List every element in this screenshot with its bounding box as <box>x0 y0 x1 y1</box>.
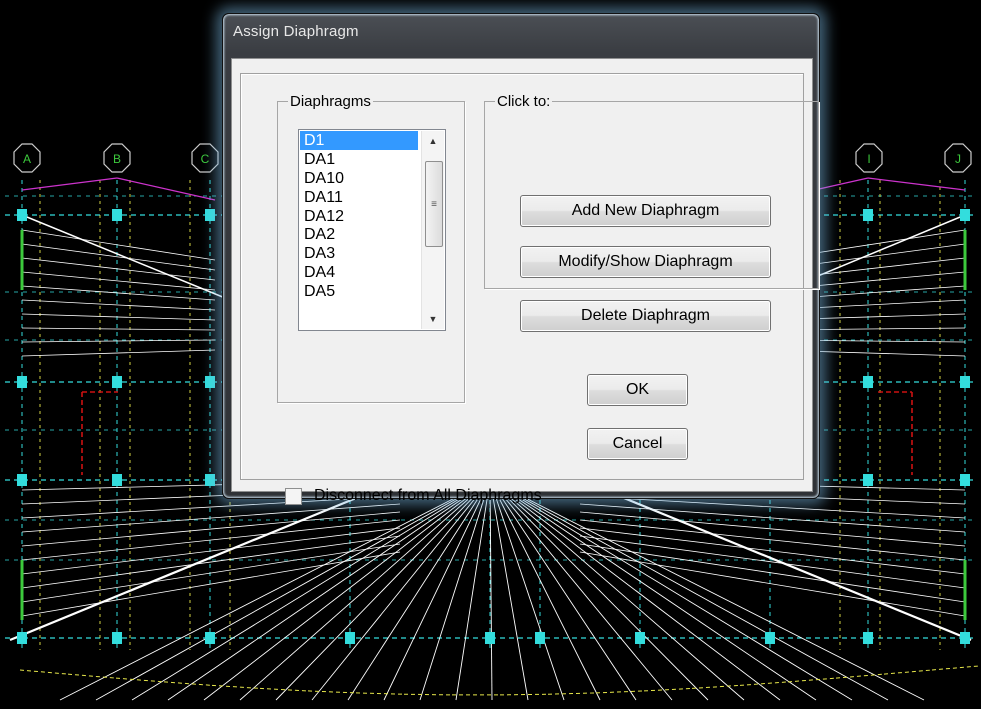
disconnect-label: Disconnect from All Diaphragms <box>314 487 542 504</box>
model-joint <box>960 376 970 388</box>
model-joint <box>635 632 645 644</box>
model-joint <box>17 632 27 644</box>
model-joint <box>112 474 122 486</box>
disconnect-checkbox[interactable] <box>285 487 302 505</box>
dialog-inner-frame: Diaphragms D1 DA1 DA10 DA11 DA12 DA2 DA3… <box>240 73 819 505</box>
model-joint <box>205 209 215 221</box>
scroll-down-arrow-icon[interactable]: ▼ <box>422 309 444 329</box>
model-joint <box>960 209 970 221</box>
model-joint <box>535 632 545 644</box>
svg-text:B: B <box>113 152 121 166</box>
click-to-group-legend: Click to: <box>497 93 551 110</box>
model-joint <box>17 376 27 388</box>
model-joint <box>17 474 27 486</box>
diaphragm-list-item[interactable]: DA2 <box>300 225 418 244</box>
model-joint <box>765 632 775 644</box>
model-joint <box>205 632 215 644</box>
model-joint <box>863 376 873 388</box>
cancel-button[interactable]: Cancel <box>587 428 688 460</box>
scroll-up-arrow-icon[interactable]: ▲ <box>422 131 444 151</box>
model-joint <box>863 209 873 221</box>
diaphragm-list-item[interactable]: D1 <box>300 131 418 150</box>
dialog-title: Assign Diaphragm <box>233 23 359 40</box>
diaphragms-list-items: D1 DA1 DA10 DA11 DA12 DA2 DA3 DA4 DA5 <box>300 131 418 301</box>
diaphragms-listbox[interactable]: D1 DA1 DA10 DA11 DA12 DA2 DA3 DA4 DA5 ▲ … <box>298 129 446 331</box>
model-joint <box>205 376 215 388</box>
svg-text:J: J <box>955 152 961 166</box>
model-joint <box>863 474 873 486</box>
dialog-client-area: Diaphragms D1 DA1 DA10 DA11 DA12 DA2 DA3… <box>231 58 819 505</box>
model-joint <box>485 632 495 644</box>
ok-button[interactable]: OK <box>587 374 688 406</box>
svg-text:C: C <box>201 152 210 166</box>
scrollbar-thumb[interactable]: ≡ <box>425 161 443 247</box>
diaphragm-list-item[interactable]: DA11 <box>300 188 418 207</box>
model-joint <box>112 376 122 388</box>
diaphragm-list-item[interactable]: DA10 <box>300 169 418 188</box>
model-joint <box>863 632 873 644</box>
diaphragm-list-item[interactable]: DA12 <box>300 207 418 226</box>
model-joint <box>345 632 355 644</box>
diaphragm-list-item[interactable]: DA5 <box>300 282 418 301</box>
disconnect-option[interactable]: Disconnect from All Diaphragms <box>285 486 542 506</box>
delete-diaphragm-button[interactable]: Delete Diaphragm <box>520 300 771 332</box>
diaphragms-group: Diaphragms D1 DA1 DA10 DA11 DA12 DA2 DA3… <box>277 93 465 403</box>
svg-text:I: I <box>867 152 870 166</box>
model-joint <box>960 474 970 486</box>
diaphragm-list-item[interactable]: DA1 <box>300 150 418 169</box>
model-joint <box>960 632 970 644</box>
diaphragms-group-legend: Diaphragms <box>290 93 371 110</box>
diaphragm-list-item[interactable]: DA3 <box>300 244 418 263</box>
add-new-diaphragm-button[interactable]: Add New Diaphragm <box>520 195 771 227</box>
modify-show-diaphragm-button[interactable]: Modify/Show Diaphragm <box>520 246 771 278</box>
model-joint <box>205 474 215 486</box>
model-joint <box>112 209 122 221</box>
model-joint <box>112 632 122 644</box>
svg-text:A: A <box>23 152 31 166</box>
assign-diaphragm-dialog: Assign Diaphragm Diaphragms D1 DA1 DA10 … <box>222 13 820 505</box>
list-vertical-scrollbar[interactable]: ▲ ≡ ▼ <box>421 131 444 329</box>
model-joint <box>17 209 27 221</box>
grip-icon: ≡ <box>431 198 437 210</box>
diaphragm-list-item[interactable]: DA4 <box>300 263 418 282</box>
